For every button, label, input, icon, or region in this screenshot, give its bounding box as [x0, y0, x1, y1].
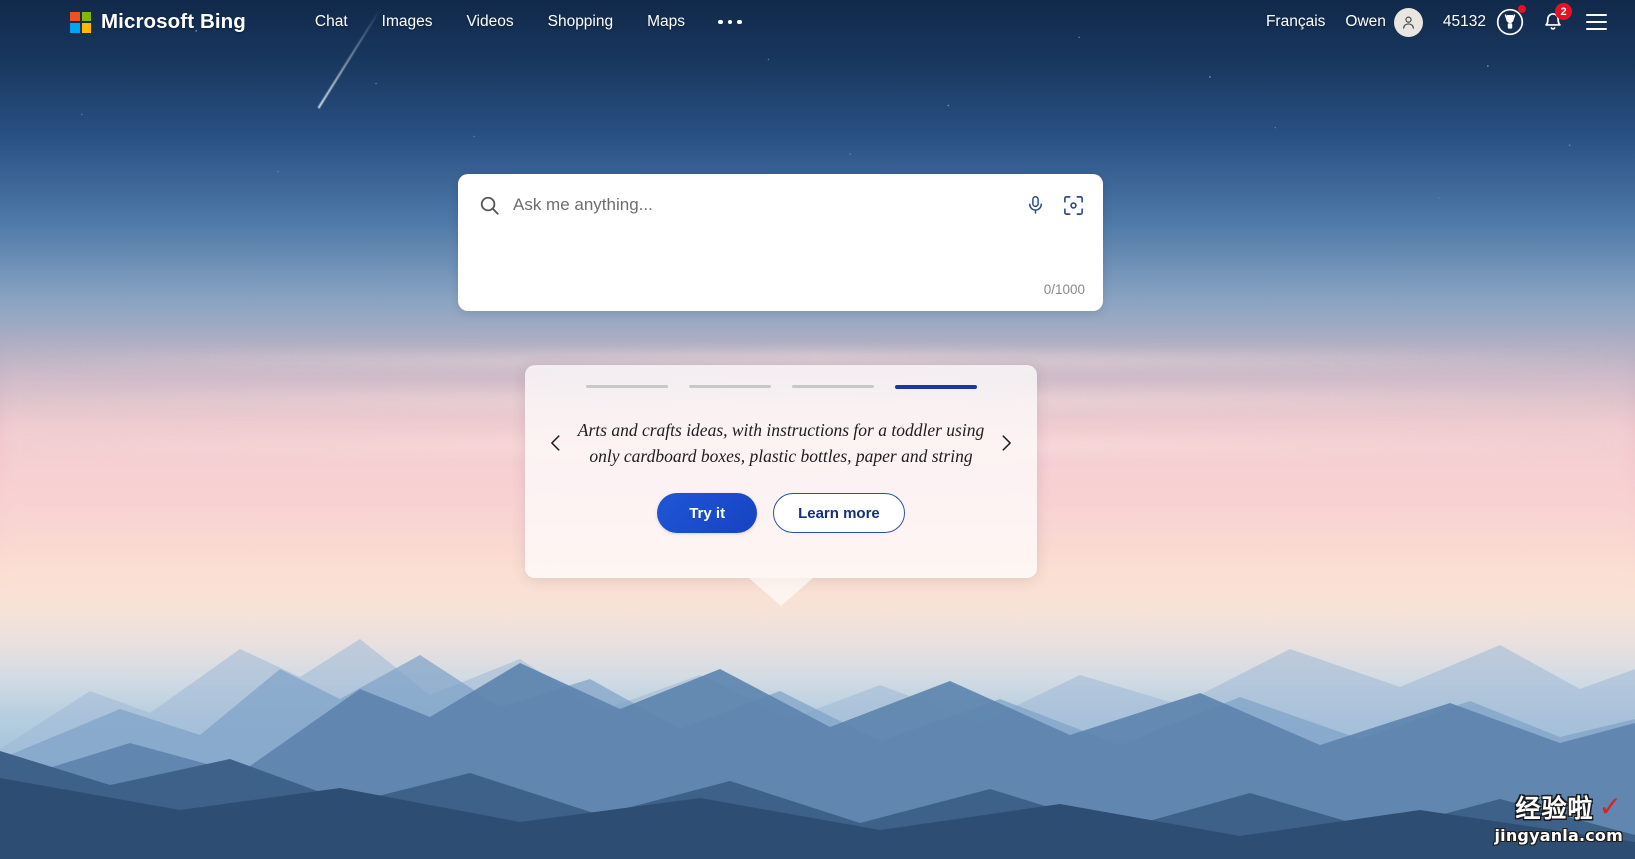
nav-chat[interactable]: Chat [298, 7, 365, 37]
notification-badge: 2 [1555, 3, 1572, 20]
carousel-pagination [525, 365, 1037, 389]
watermark-check-icon: ✓ [1598, 790, 1623, 823]
suggestion-actions: Try it Learn more [525, 493, 1037, 533]
nav-maps[interactable]: Maps [630, 7, 702, 37]
carousel-pip[interactable] [585, 385, 668, 389]
language-selector[interactable]: Français [1256, 9, 1335, 35]
top-navigation-bar: Microsoft Bing Chat Images Videos Shoppi… [0, 0, 1635, 44]
primary-nav: Chat Images Videos Shopping Maps [298, 7, 758, 37]
microsoft-logo-icon [70, 11, 91, 33]
watermark: 经验啦 ✓ jingyanla.com [1494, 789, 1623, 846]
bing-brand-logo[interactable]: Microsoft Bing [70, 10, 246, 34]
visual-search-camera-icon[interactable] [1062, 194, 1085, 217]
rewards-alert-dot [1518, 5, 1526, 13]
nav-videos[interactable]: Videos [449, 7, 530, 37]
learn-more-button[interactable]: Learn more [773, 493, 905, 533]
try-it-button[interactable]: Try it [657, 493, 758, 533]
top-right-actions: Français Owen 45132 2 [1256, 3, 1619, 41]
search-row [458, 174, 1103, 236]
carousel-pip[interactable] [791, 385, 874, 389]
carousel-pip-active[interactable] [894, 385, 977, 389]
nav-shopping[interactable]: Shopping [531, 7, 631, 37]
more-menu-icon[interactable] [702, 14, 758, 31]
card-pointer-tail [749, 578, 813, 606]
watermark-title: 经验啦 [1515, 794, 1594, 823]
search-input[interactable] [513, 195, 1025, 215]
suggestion-carousel-card: Arts and crafts ideas, with instructions… [525, 365, 1037, 606]
watermark-title-row: 经验啦 ✓ [1494, 789, 1623, 825]
search-box: 0/1000 [458, 174, 1103, 311]
chevron-left-icon[interactable] [539, 430, 573, 456]
rewards-points-label: 45132 [1442, 13, 1486, 30]
search-actions [1025, 194, 1085, 217]
suggestion-text: Arts and crafts ideas, with instructions… [577, 420, 985, 466]
brand-name-label: Microsoft Bing [101, 10, 246, 33]
avatar [1393, 7, 1423, 37]
search-icon [478, 194, 501, 217]
watermark-url: jingyanla.com [1494, 826, 1623, 845]
character-counter: 0/1000 [1043, 282, 1085, 297]
carousel-pip[interactable] [688, 385, 771, 389]
microphone-icon[interactable] [1025, 194, 1046, 216]
chevron-right-icon[interactable] [989, 430, 1023, 456]
bing-homepage: Microsoft Bing Chat Images Videos Shoppi… [0, 0, 1635, 859]
mountain-ridge-darkest [0, 764, 1635, 859]
account-name-label: Owen [1345, 13, 1386, 30]
rewards-points[interactable]: 45132 [1433, 9, 1488, 35]
account-button[interactable]: Owen [1335, 4, 1433, 41]
notifications-button[interactable]: 2 [1532, 3, 1574, 37]
person-icon [1402, 16, 1414, 29]
suggestion-body: Arts and crafts ideas, with instructions… [525, 389, 1037, 497]
hamburger-menu-icon[interactable] [1574, 8, 1619, 37]
nav-images[interactable]: Images [365, 7, 450, 37]
language-label: Français [1265, 13, 1326, 30]
rewards-button[interactable] [1488, 4, 1532, 40]
